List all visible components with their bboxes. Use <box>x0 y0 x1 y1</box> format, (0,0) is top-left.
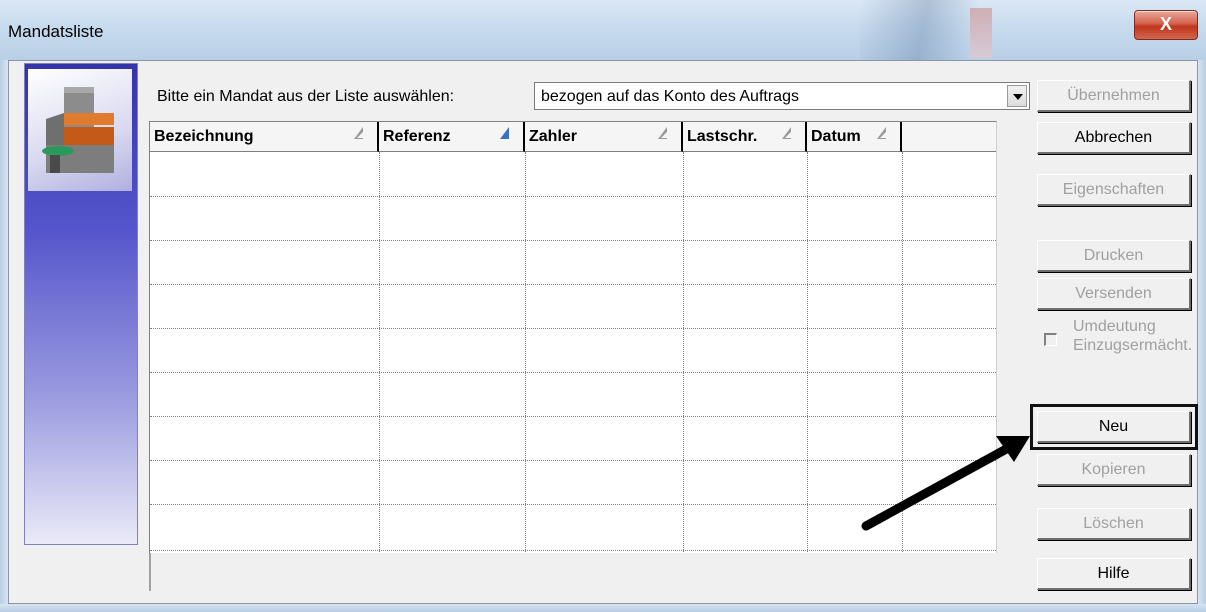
close-icon: X <box>1159 14 1172 34</box>
table-row[interactable] <box>150 240 996 241</box>
titlebar-background-decoration <box>860 0 1020 60</box>
app-logo <box>28 69 132 191</box>
umdeutung-checkbox-label: Umdeutung Einzugsermächt. <box>1073 318 1193 354</box>
close-button[interactable]: X <box>1134 10 1198 40</box>
table-row[interactable] <box>150 328 996 329</box>
table-row[interactable] <box>150 196 996 197</box>
title-bar: Mandatsliste X <box>0 0 1206 60</box>
column-divider <box>807 152 808 553</box>
loeschen-button[interactable]: Löschen <box>1037 508 1191 540</box>
table-row[interactable] <box>150 504 996 505</box>
chevron-down-icon[interactable] <box>1007 85 1027 107</box>
versenden-button[interactable]: Versenden <box>1037 278 1191 310</box>
mandate-table[interactable]: Bezeichnung Referenz Zahler Lastschr. Da… <box>149 121 997 553</box>
column-header-label: Lastschr. <box>687 128 758 145</box>
table-row[interactable] <box>150 372 996 373</box>
instruction-label: Bitte ein Mandat aus der Liste auswählen… <box>157 88 455 105</box>
eigenschaften-button[interactable]: Eigenschaften <box>1037 174 1191 206</box>
table-frame-edge <box>149 553 151 591</box>
hilfe-button[interactable]: Hilfe <box>1037 558 1191 590</box>
kopieren-button[interactable]: Kopieren <box>1037 454 1191 486</box>
table-row[interactable] <box>150 416 996 417</box>
column-header-datum[interactable]: Datum <box>807 122 902 152</box>
window-title: Mandatsliste <box>8 22 104 41</box>
column-header-label: Zahler <box>529 128 578 145</box>
column-header-label: Bezeichnung <box>154 128 254 145</box>
titlebar-background-decoration-2 <box>970 8 992 58</box>
column-header-label: Datum <box>811 128 861 145</box>
column-divider <box>683 152 684 553</box>
column-divider <box>902 152 903 553</box>
abbrechen-button[interactable]: Abbrechen <box>1037 122 1191 154</box>
uebernehmen-button[interactable]: Übernehmen <box>1037 80 1191 112</box>
column-divider <box>525 152 526 553</box>
window-frame-left <box>0 60 8 612</box>
drucken-button[interactable]: Drucken <box>1037 240 1191 272</box>
window-frame-bottom <box>0 604 1206 612</box>
table-row[interactable] <box>150 460 996 461</box>
umdeutung-checkbox[interactable] <box>1044 333 1057 346</box>
column-header-zahler[interactable]: Zahler <box>525 122 683 152</box>
building-logo-icon <box>42 87 114 173</box>
column-header-empty[interactable] <box>902 122 996 152</box>
column-divider <box>379 152 380 553</box>
column-divider <box>996 152 997 553</box>
column-header-referenz[interactable]: Referenz <box>379 122 525 152</box>
table-row[interactable] <box>150 550 996 551</box>
column-header-bezeichnung[interactable]: Bezeichnung <box>150 122 379 152</box>
column-header-lastschr[interactable]: Lastschr. <box>683 122 807 152</box>
filter-dropdown-value: bezogen auf das Konto des Auftrags <box>541 88 799 105</box>
table-row[interactable] <box>150 284 996 285</box>
filter-dropdown[interactable]: bezogen auf das Konto des Auftrags <box>534 82 1030 110</box>
neu-button[interactable]: Neu <box>1030 404 1198 450</box>
column-header-label: Referenz <box>383 128 451 145</box>
